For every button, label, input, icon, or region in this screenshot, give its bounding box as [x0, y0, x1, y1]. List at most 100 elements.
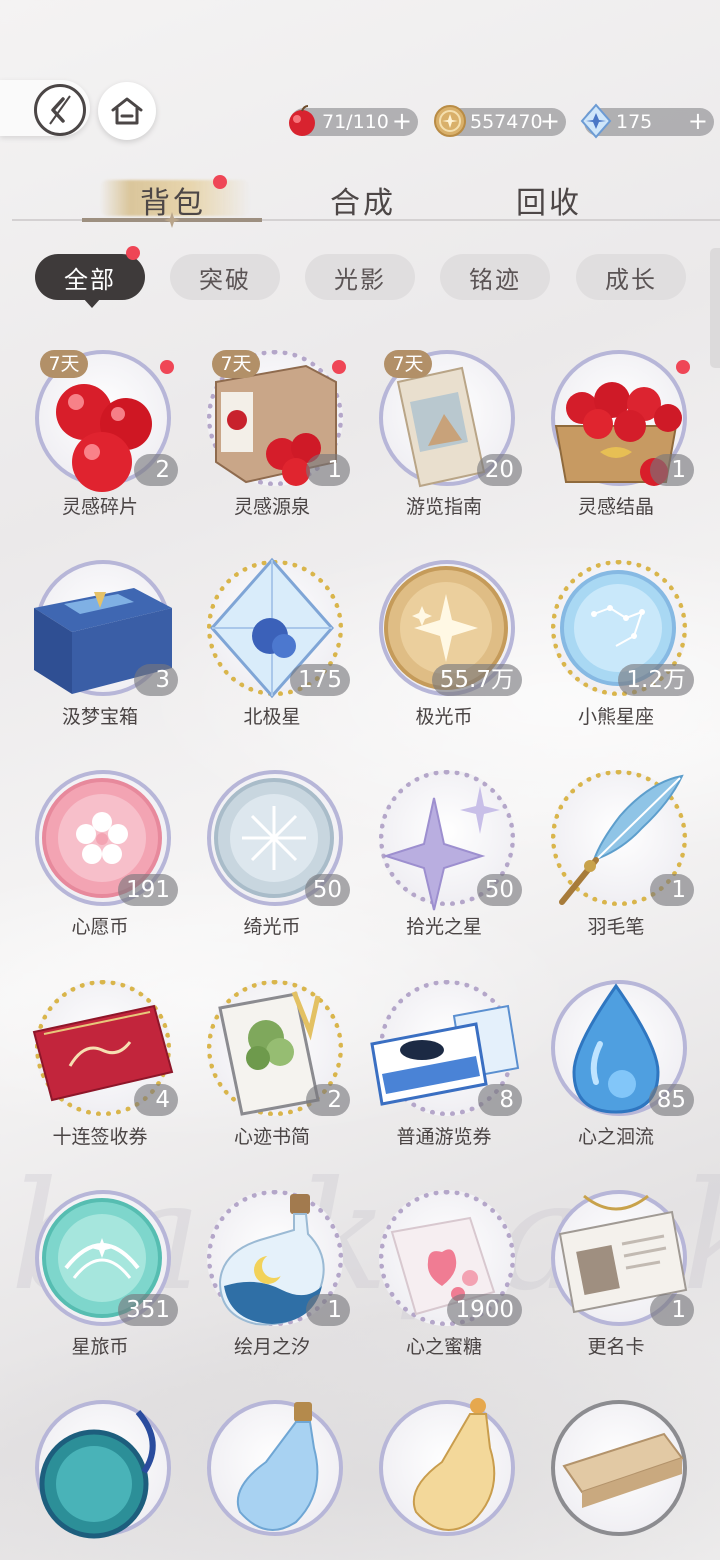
- item-count: 1: [650, 454, 694, 486]
- currency-crystal-stars-plus[interactable]: +: [688, 108, 708, 134]
- item-name: 十连签收券: [52, 1126, 148, 1148]
- item-count: 2: [134, 454, 178, 486]
- item-name: 星旅币: [71, 1336, 129, 1358]
- item-wood-plank[interactable]: [530, 1400, 702, 1560]
- item-name: 游览指南: [405, 496, 482, 518]
- item-inspiration-spring[interactable]: 7天 1 灵感源泉: [186, 350, 358, 550]
- item-count: 1900: [447, 1294, 522, 1326]
- item-polaris[interactable]: 175 北极星: [186, 557, 358, 760]
- item-count: 50: [476, 874, 522, 906]
- item-count: 1: [306, 454, 350, 486]
- item-aurora-coin[interactable]: 55.7万 极光币: [358, 560, 530, 760]
- item-count: 175: [290, 664, 350, 696]
- item-count: 351: [118, 1294, 178, 1326]
- item-name: 更名卡: [587, 1336, 645, 1358]
- item-gold-potion[interactable]: [358, 1398, 530, 1560]
- gold-coin-icon: [434, 105, 466, 137]
- item-gleaming-star[interactable]: 50 拾光之星: [358, 770, 530, 970]
- home-icon: [111, 97, 143, 125]
- item-ursa-minor[interactable]: 1.2万 小熊星座: [530, 560, 702, 760]
- blue-potion-icon: [236, 1402, 319, 1531]
- scroll-edge-handle[interactable]: [710, 248, 720, 368]
- new-item-dot: [160, 360, 174, 374]
- currency-crystal-stars[interactable]: 175 +: [580, 103, 714, 139]
- item-count: 1.2万: [618, 664, 694, 696]
- item-count: 2: [306, 1084, 350, 1116]
- item-name: 羽毛笔: [587, 916, 645, 938]
- item-name: 灵感源泉: [233, 496, 310, 518]
- item-count: 50: [304, 874, 350, 906]
- tab-recycle[interactable]: 回收: [516, 178, 582, 222]
- item-name: 北极星: [243, 706, 301, 728]
- filter-light-shadow[interactable]: 光影: [305, 254, 415, 300]
- item-count: 55.7万: [431, 664, 522, 696]
- item-dream-chest[interactable]: 3 汲梦宝箱: [14, 560, 186, 760]
- filter-all-notification-dot: [126, 246, 140, 260]
- time-limit-tag: 7天: [40, 350, 88, 378]
- time-limit-tag: 7天: [384, 350, 432, 378]
- item-heart-backflow[interactable]: 85 心之洄流: [530, 980, 702, 1180]
- item-name: 灵感碎片: [61, 496, 138, 518]
- item-count: 8: [478, 1084, 522, 1116]
- item-name: 拾光之星: [405, 916, 482, 938]
- diamond-ornament-icon: [164, 212, 180, 228]
- item-wish-coin[interactable]: 191 心愿币: [14, 770, 186, 970]
- item-count: 1: [650, 1294, 694, 1326]
- new-item-dot: [676, 360, 690, 374]
- filter-active-pointer: [83, 298, 101, 308]
- item-heart-letter[interactable]: 2 心迹书简: [186, 980, 358, 1180]
- item-name: 心迹书简: [233, 1126, 310, 1148]
- item-name: 心愿币: [71, 916, 129, 938]
- item-moon-tide[interactable]: 1 绘月之汐: [186, 1190, 358, 1390]
- item-inspiration-fragment[interactable]: 7天 2 灵感碎片: [14, 350, 186, 550]
- time-limit-tag: 7天: [212, 350, 260, 378]
- filter-inscription[interactable]: 铭迹: [440, 254, 550, 300]
- currency-crystal-stars-value: 175: [616, 111, 653, 133]
- item-rename-card[interactable]: 1 更名卡: [530, 1190, 702, 1390]
- back-button[interactable]: [34, 84, 86, 136]
- item-heart-candy[interactable]: 1900 心之蜜糖: [358, 1190, 530, 1390]
- item-name: 心之洄流: [577, 1126, 654, 1148]
- item-star-travel-coin[interactable]: 351 星旅币: [14, 1190, 186, 1390]
- item-name: 绮光币: [243, 916, 301, 938]
- item-inspiration-crystal[interactable]: 1 灵感结晶: [530, 350, 702, 550]
- item-name: 普通游览券: [396, 1126, 492, 1148]
- wood-plank-icon: [562, 1432, 684, 1508]
- tab-backpack-notification-dot: [213, 175, 227, 189]
- currency-gold-coins[interactable]: 557470 +: [434, 105, 566, 137]
- item-name: 心之蜜糖: [405, 1336, 482, 1358]
- item-count: 4: [134, 1084, 178, 1116]
- item-quill-pen[interactable]: 1 羽毛笔: [530, 770, 702, 970]
- item-count: 1: [650, 874, 694, 906]
- filter-all[interactable]: 全部: [35, 254, 145, 300]
- pocket-watch-icon: [39, 1410, 156, 1539]
- item-ten-pull-ticket[interactable]: 4 十连签收券: [14, 980, 186, 1180]
- item-count: 191: [118, 874, 178, 906]
- currency-gold-coins-value: 557470: [470, 111, 543, 133]
- currency-apples-plus[interactable]: +: [392, 108, 412, 134]
- item-regular-tour-ticket[interactable]: 8 普通游览券: [358, 980, 530, 1180]
- item-count: 85: [648, 1084, 694, 1116]
- item-count: 3: [134, 664, 178, 696]
- item-count: 1: [306, 1294, 350, 1326]
- item-name: 汲梦宝箱: [61, 706, 138, 728]
- currency-gold-coins-plus[interactable]: +: [540, 108, 560, 134]
- gold-potion-icon: [412, 1398, 496, 1531]
- item-radiant-coin[interactable]: 50 绮光币: [186, 770, 358, 970]
- item-count: 20: [476, 454, 522, 486]
- item-tour-guide[interactable]: 7天 20 游览指南: [358, 350, 530, 550]
- filter-growth[interactable]: 成长: [576, 254, 686, 300]
- filter-breakthrough[interactable]: 突破: [170, 254, 280, 300]
- new-item-dot: [332, 360, 346, 374]
- currency-apples[interactable]: 71/110 +: [289, 105, 418, 136]
- item-name: 小熊星座: [577, 706, 654, 728]
- item-blue-potion[interactable]: [186, 1400, 358, 1560]
- crystal-star-icon: [580, 103, 612, 139]
- tab-synthesis[interactable]: 合成: [330, 178, 396, 222]
- item-name: 灵感结晶: [577, 496, 654, 518]
- item-pocket-watch[interactable]: [14, 1400, 186, 1560]
- currency-apples-value: 71/110: [322, 111, 389, 133]
- back-arrow-icon: [49, 95, 71, 125]
- home-button[interactable]: [98, 82, 156, 140]
- item-name: 绘月之汐: [233, 1336, 310, 1358]
